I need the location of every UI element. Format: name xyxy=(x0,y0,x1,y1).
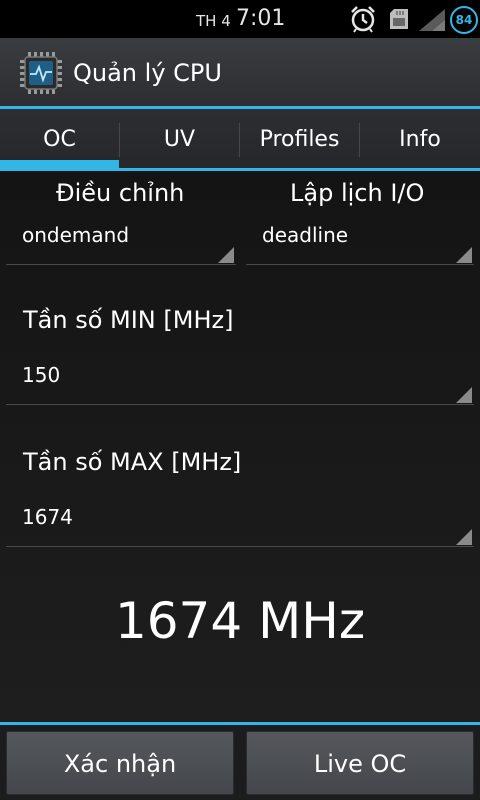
cpu-chip-icon xyxy=(20,52,62,94)
max-freq-label: Tần số MAX [MHz] xyxy=(23,448,242,476)
sd-card-icon xyxy=(390,9,408,29)
tab-uv[interactable]: UV xyxy=(120,109,239,170)
tab-selected-indicator xyxy=(0,160,119,168)
io-scheduler-label: Lập lịch I/O xyxy=(290,179,425,207)
governor-value: ondemand xyxy=(22,223,130,247)
spinner-arrow-icon xyxy=(218,247,234,263)
alarm-icon xyxy=(351,6,375,33)
spinner-arrow-icon xyxy=(456,247,472,263)
tab-info[interactable]: Info xyxy=(360,109,480,170)
app-title: Quản lý CPU xyxy=(73,59,222,87)
current-frequency: 1674 MHz xyxy=(114,592,366,650)
io-scheduler-value: deadline xyxy=(262,223,349,247)
confirm-button[interactable]: Xác nhận xyxy=(6,731,234,795)
io-scheduler-spinner[interactable]: deadline xyxy=(246,215,474,265)
spinner-arrow-icon xyxy=(456,529,472,545)
battery-icon: 84 xyxy=(450,6,478,34)
tab-profiles[interactable]: Profiles xyxy=(240,109,359,170)
status-time: 7:01 xyxy=(236,6,286,31)
min-freq-value: 150 xyxy=(22,363,61,387)
live-oc-button[interactable]: Live OC xyxy=(246,731,474,795)
spinner-arrow-icon xyxy=(456,387,472,403)
max-freq-spinner[interactable]: 1674 xyxy=(6,497,474,547)
status-bar: TH 4 7:01 84 xyxy=(0,0,480,38)
min-freq-spinner[interactable]: 150 xyxy=(6,355,474,405)
max-freq-value: 1674 xyxy=(22,505,73,529)
governor-spinner[interactable]: ondemand xyxy=(6,215,236,265)
oc-panel: Điều chỉnh Lập lịch I/O ondemand deadlin… xyxy=(0,171,480,722)
action-bar: Quản lý CPU xyxy=(0,38,480,108)
button-bar: Xác nhận Live OC xyxy=(0,725,480,800)
status-day: TH 4 xyxy=(196,12,231,30)
signal-icon xyxy=(419,9,445,31)
min-freq-label: Tần số MIN [MHz] xyxy=(23,306,234,334)
governor-label: Điều chỉnh xyxy=(56,179,185,207)
